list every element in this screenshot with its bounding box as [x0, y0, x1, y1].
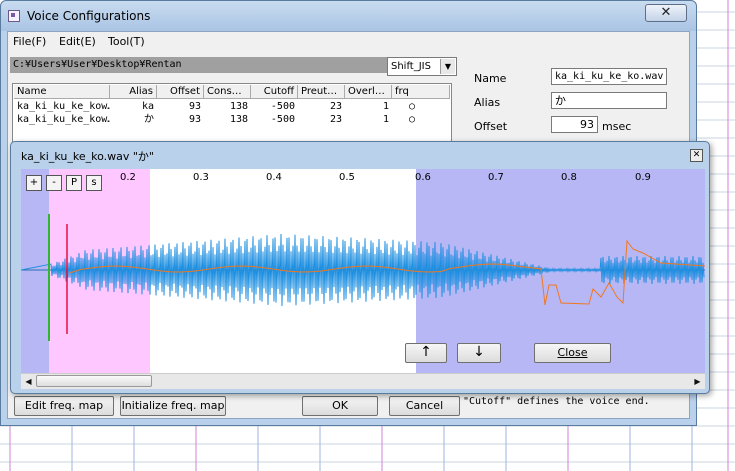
- column-header-overlap[interactable]: Overl…: [345, 85, 392, 99]
- menu-tool[interactable]: Tool(T): [108, 35, 145, 48]
- window-close-button[interactable]: ✕: [645, 4, 687, 22]
- cell-name: ka_ki_ku_ke_kow…: [17, 101, 110, 112]
- down-arrow-button[interactable]: ↓: [457, 343, 501, 363]
- time-tick: 0.9: [635, 172, 651, 183]
- s-button[interactable]: s: [86, 175, 102, 191]
- cell-overlap: 1: [382, 114, 389, 125]
- folder-path: C:¥Users¥User¥Desktop¥Rentan: [10, 57, 388, 73]
- waveform-window-title: ka_ki_ku_ke_ko.wav "か": [21, 150, 154, 163]
- cell-preutterance: 23: [329, 114, 342, 125]
- alias-field[interactable]: か: [551, 92, 667, 109]
- waveform-window: ka_ki_ku_ke_ko.wav "か" ✕ + - P s 0.2 0.3…: [10, 141, 710, 394]
- cell-consonant: 138: [229, 114, 248, 125]
- encoding-selected-value: Shift_JIS: [391, 61, 431, 72]
- offset-unit: msec: [602, 120, 632, 133]
- alias-label: Alias: [474, 96, 501, 109]
- cell-cutoff: -500: [270, 101, 295, 112]
- up-arrow-button[interactable]: ↑: [405, 343, 447, 363]
- waveform-window-close-icon[interactable]: ✕: [690, 149, 703, 162]
- cell-overlap: 1: [382, 101, 389, 112]
- zoom-out-button[interactable]: -: [46, 175, 62, 191]
- encoding-select[interactable]: Shift_JIS ▼: [387, 57, 457, 76]
- column-header-consonant[interactable]: Cons…: [204, 85, 251, 99]
- p-button[interactable]: P: [66, 175, 82, 191]
- horizontal-scrollbar[interactable]: ◀ ▶: [21, 373, 705, 389]
- column-header-cutoff[interactable]: Cutoff: [251, 85, 298, 99]
- time-tick: 0.5: [339, 172, 355, 183]
- initialize-freq-map-button[interactable]: Initialize freq. map: [120, 396, 226, 416]
- close-button[interactable]: Close: [534, 343, 611, 363]
- cell-preutterance: 23: [329, 101, 342, 112]
- column-header-offset[interactable]: Offset: [157, 85, 204, 99]
- scroll-left-icon[interactable]: ◀: [21, 374, 36, 389]
- cell-alias: ka: [141, 101, 154, 112]
- offset-label: Offset: [474, 120, 508, 133]
- cell-name: ka_ki_ku_ke_kow…: [17, 114, 110, 125]
- cell-frq: ○: [409, 101, 416, 112]
- ok-button[interactable]: OK: [302, 396, 378, 416]
- edit-freq-map-button[interactable]: Edit freq. map: [14, 396, 114, 416]
- name-field[interactable]: ka_ki_ku_ke_ko.wav: [551, 68, 667, 85]
- chevron-down-icon[interactable]: ▼: [440, 59, 455, 74]
- offset-region[interactable]: [21, 169, 49, 373]
- title-bar: Voice Configurations ✕: [1, 1, 696, 31]
- scroll-right-icon[interactable]: ▶: [690, 374, 705, 389]
- cancel-button[interactable]: Cancel: [389, 396, 460, 416]
- zoom-in-button[interactable]: +: [26, 175, 42, 191]
- time-tick: 0.2: [120, 172, 136, 183]
- time-tick: 0.7: [488, 172, 504, 183]
- cell-frq: ○: [409, 114, 416, 125]
- cell-cutoff: -500: [270, 114, 295, 125]
- status-hint: "Cutoff" defines the voice end.: [463, 396, 650, 407]
- time-tick: 0.4: [266, 172, 282, 183]
- column-header-alias[interactable]: Alias: [110, 85, 157, 99]
- cell-offset: 93: [188, 114, 201, 125]
- waveform-canvas[interactable]: + - P s 0.2 0.3 0.4 0.5 0.6 0.7 0.8 0.9 …: [21, 169, 705, 373]
- time-tick: 0.8: [561, 172, 577, 183]
- name-label: Name: [474, 72, 507, 85]
- time-tick: 0.3: [193, 172, 209, 183]
- menu-edit[interactable]: Edit(E): [59, 35, 96, 48]
- time-tick: 0.6: [415, 172, 431, 183]
- cell-alias: か: [144, 114, 154, 125]
- column-header-preutterance[interactable]: Preut…: [298, 85, 345, 99]
- offset-field[interactable]: 93: [551, 116, 598, 133]
- window-title: Voice Configurations: [27, 9, 151, 23]
- scrollbar-thumb[interactable]: [36, 375, 152, 387]
- column-header-name[interactable]: Name: [14, 85, 110, 99]
- column-header-frq[interactable]: frq: [392, 85, 450, 99]
- cell-offset: 93: [188, 101, 201, 112]
- cell-consonant: 138: [229, 101, 248, 112]
- app-icon: [8, 10, 20, 22]
- menu-file[interactable]: File(F): [13, 35, 46, 48]
